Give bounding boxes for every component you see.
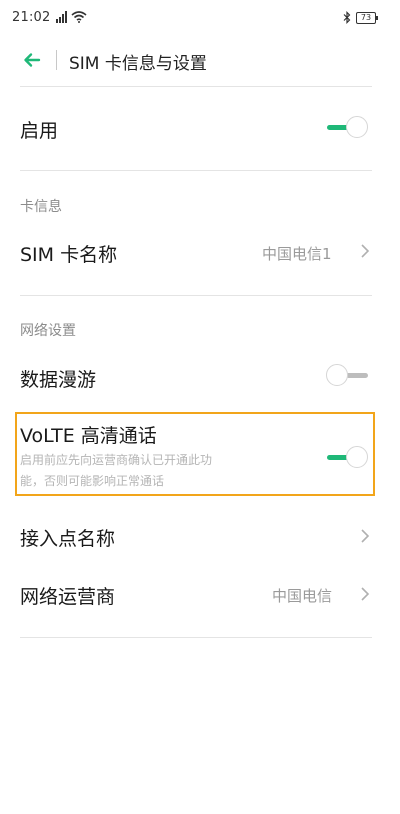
page-title: SIM 卡信息与设置 (69, 54, 207, 74)
enable-toggle[interactable] (326, 114, 370, 142)
apn-label: 接入点名称 (20, 528, 116, 550)
section-heading-network: 网络设置 (20, 323, 76, 339)
divider (20, 170, 372, 171)
volte-label: VoLTE 高清通话 (20, 425, 157, 447)
data-roaming-toggle[interactable] (326, 362, 370, 390)
battery-level: 73 (360, 13, 372, 22)
divider (20, 637, 372, 638)
toggle-knob (326, 364, 348, 386)
header-divider (56, 50, 57, 70)
status-bar: 21:02 73 (0, 0, 400, 40)
volte-description-line1: 启用前应先向运营商确认已开通此功 (20, 453, 213, 467)
chevron-right-icon (361, 244, 370, 258)
volte-toggle[interactable] (326, 444, 370, 472)
toggle-knob (346, 446, 368, 468)
signal-icon (56, 11, 67, 23)
network-operator-label: 网络运营商 (20, 586, 116, 608)
enable-label: 启用 (20, 120, 59, 142)
sim-name-label: SIM 卡名称 (20, 244, 118, 266)
status-time: 21:02 (12, 10, 51, 25)
divider (20, 86, 372, 87)
sim-name-value: 中国电信1 (262, 245, 332, 263)
network-operator-value: 中国电信 (272, 587, 333, 605)
arrow-left-icon[interactable] (20, 48, 44, 72)
data-roaming-label: 数据漫游 (20, 369, 97, 391)
chevron-right-icon (361, 529, 370, 543)
battery-icon: 73 (356, 12, 378, 24)
wifi-icon (71, 11, 87, 23)
chevron-right-icon (361, 587, 370, 601)
toggle-track (346, 373, 368, 378)
divider (20, 295, 372, 296)
volte-description: 启用前应先向运营商确认已开通此功 能，否则可能影响正常通话 (20, 450, 290, 492)
section-heading-card-info: 卡信息 (20, 199, 62, 215)
app-header: SIM 卡信息与设置 (0, 40, 400, 80)
volte-description-line2: 能，否则可能影响正常通话 (20, 474, 165, 488)
toggle-knob (346, 116, 368, 138)
bluetooth-icon (343, 11, 351, 24)
